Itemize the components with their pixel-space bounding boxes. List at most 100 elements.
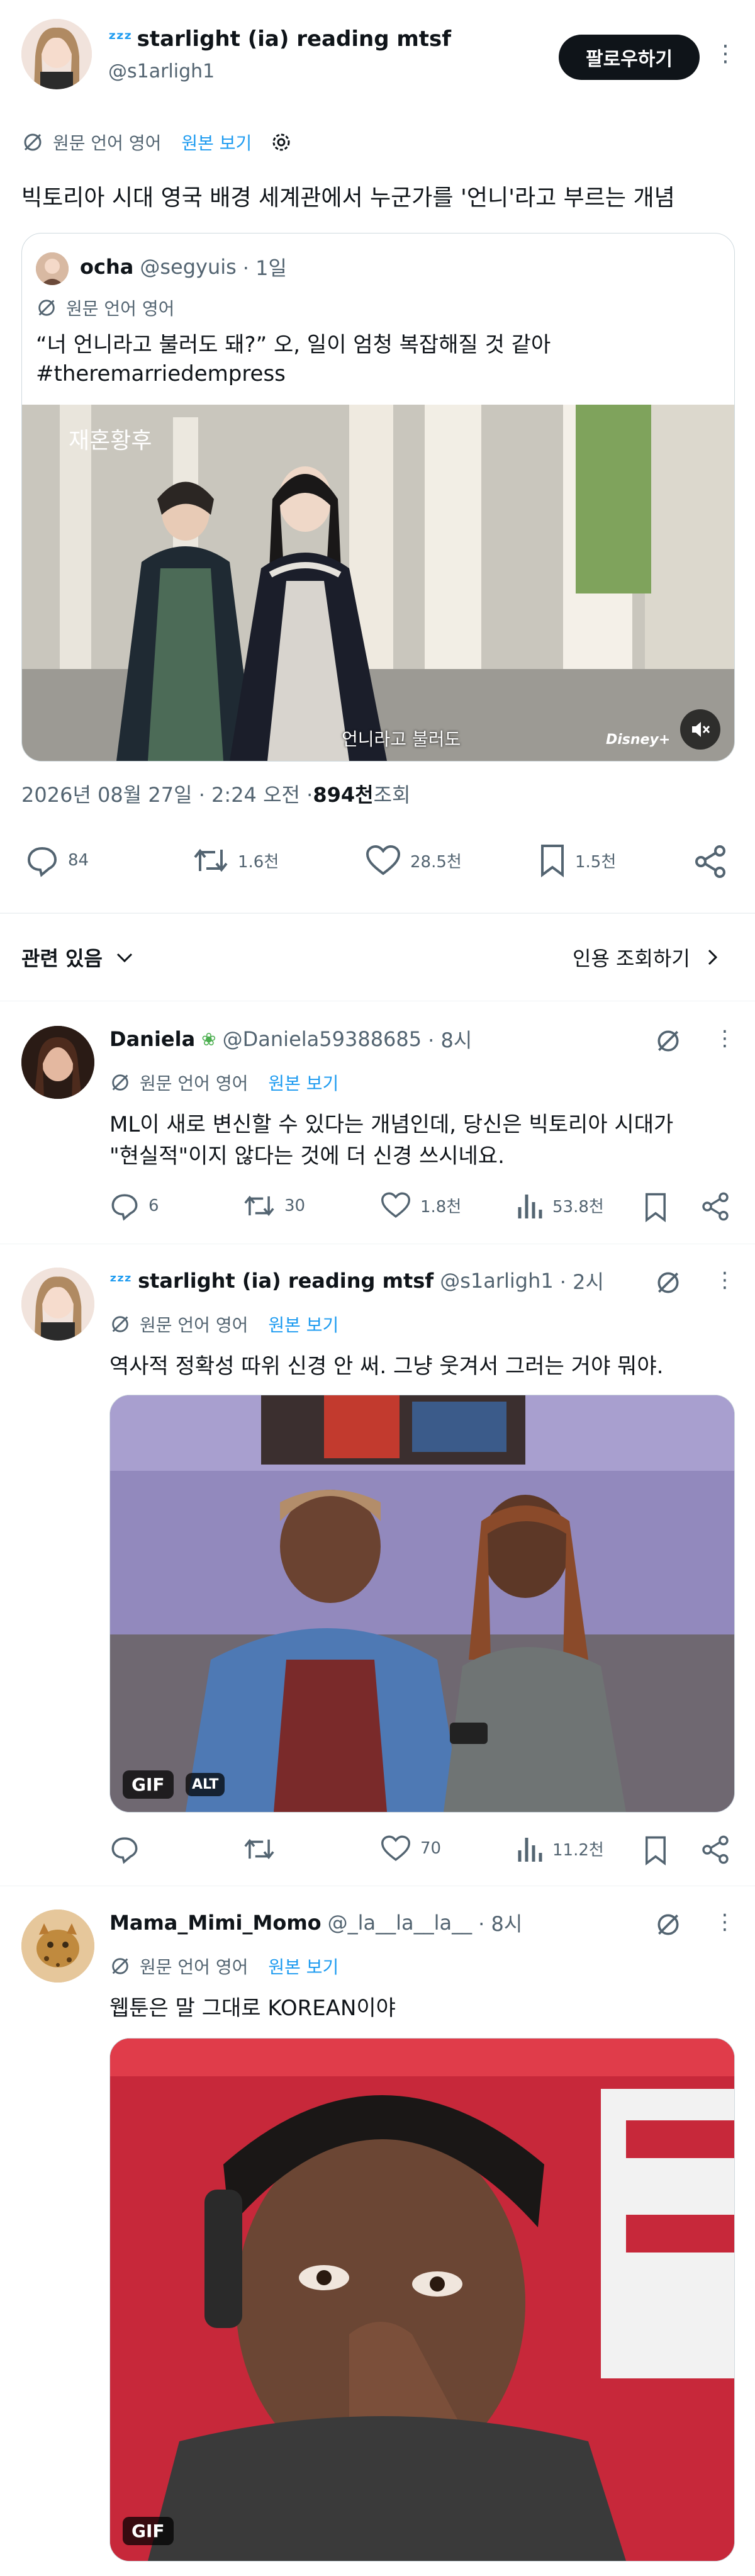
display-name[interactable]: starlight (ia) reading mtsf [137,26,452,52]
like-button[interactable]: 28.5천 [365,843,462,877]
reply-icon [111,1194,138,1221]
translate-icon [109,1313,131,1335]
repost-count: 1.6천 [238,852,279,872]
divider [0,913,755,914]
bookmark-count: 1.5천 [575,852,617,872]
repost-button[interactable]: 30 [243,1191,305,1221]
post-time[interactable]: · 8시 [478,1908,522,1937]
avatar[interactable] [21,1268,94,1341]
repost-button[interactable]: 1.6천 [193,843,279,877]
repost-icon [244,1838,274,1860]
quoted-time[interactable]: · 1일 [243,252,287,281]
reply-text: 역사적 정확성 따위 신경 안 써. 그냥 웃겨서 그러는 거야 뭐야. [109,1354,664,1379]
like-count: 1.8천 [420,1197,462,1217]
like-button[interactable]: 70 [380,1834,441,1863]
display-name[interactable]: Daniela [109,1027,195,1051]
translate-toggle-icon[interactable] [654,1911,682,1941]
mute-icon[interactable] [680,709,720,750]
heart-icon [366,845,401,875]
reply-count: 6 [148,1196,159,1215]
flower-emoji-icon: ❀ [201,1028,216,1050]
more-options-icon[interactable]: ⋮ [714,1268,735,1293]
repost-button[interactable] [243,1834,284,1864]
user-handle[interactable]: @_la__la__la__ [328,1911,473,1935]
quoted-video[interactable]: 재혼황후 언니라고 불러도 Disney+ [22,405,734,761]
translate-icon [21,131,44,154]
follow-button[interactable]: 팔로우하기 [559,35,700,80]
reply-button[interactable]: 6 [109,1191,159,1221]
translation-note: 원문 언어 영어 [140,1957,249,1977]
disney-plus-watermark: Disney+ [606,732,671,748]
views-button[interactable]: 11.2천 [516,1834,604,1863]
gear-icon[interactable] [269,130,293,154]
like-button[interactable]: 1.8천 [380,1191,461,1220]
more-options-icon[interactable]: ⋮ [714,42,737,67]
translation-note: 원문 언어 영어 [140,1073,249,1094]
translation-note: 원문 언어 영어 [66,298,175,319]
bookmark-button[interactable]: 1.5천 [539,843,616,877]
display-name[interactable]: starlight (ia) reading mtsf [138,1269,433,1293]
post-time[interactable]: · 8시 [428,1025,472,1054]
reply-icon [111,1837,138,1864]
quoted-text-line1: “너 언니라고 불러도 돼?” 오, 일이 엄청 복잡해질 것 같아 [36,332,551,357]
like-count: 70 [420,1839,442,1858]
user-handle[interactable]: @Daniela59388685 [223,1027,422,1051]
heart-icon [381,1192,411,1218]
quoted-avatar[interactable] [36,252,69,285]
reply-icon [27,846,57,877]
more-options-icon[interactable]: ⋮ [714,1026,735,1051]
chevron-right-icon [708,949,717,965]
views-count: 11.2천 [552,1840,604,1860]
share-icon[interactable] [692,843,729,882]
analytics-icon [518,1195,542,1218]
translate-toggle-icon[interactable] [654,1027,682,1057]
relevance-dropdown[interactable]: 관련 있음 [21,943,135,972]
display-name[interactable]: Mama_Mimi_Momo [109,1911,322,1935]
more-options-icon[interactable]: ⋮ [714,1910,735,1935]
reply-gif[interactable]: GIF [109,2038,735,2562]
avatar[interactable] [21,1910,94,1983]
views-button[interactable]: 53.8천 [516,1191,604,1220]
post-timestamp[interactable]: 2026년 08월 27일 · 2:24 오전 · [21,779,313,808]
view-original-link[interactable]: 원본 보기 [268,1312,338,1337]
heart-icon [381,1835,411,1862]
avatar[interactable] [21,19,92,89]
video-title-overlay: 재혼황후 [69,428,152,454]
quote-views-link[interactable]: 인용 조회하기 [573,943,723,972]
reply-button[interactable] [109,1834,148,1864]
gif-badge: GIF [123,1770,174,1799]
user-handle[interactable]: @s1arligh1 [108,60,215,82]
post-time[interactable]: · 2시 [560,1266,604,1295]
video-subtitle: 언니라고 불러도 [342,729,461,750]
user-handle[interactable]: @s1arligh1 [440,1269,554,1293]
repost-icon [244,1195,274,1217]
translate-icon [109,1955,131,1977]
avatar[interactable] [21,1026,94,1099]
share-icon[interactable] [700,1834,731,1868]
translate-toggle-icon[interactable] [654,1269,682,1299]
view-original-link[interactable]: 원본 보기 [268,1070,338,1095]
sleep-emoji-icon: ᶻᶻᶻ [109,1270,132,1291]
relevance-label: 관련 있음 [21,947,103,970]
like-count: 28.5천 [410,852,462,872]
quoted-post-card[interactable]: ocha @segyuis · 1일 원문 언어 영어 “너 언니라고 불러도 … [21,233,735,762]
bookmark-icon[interactable] [643,1192,668,1225]
quoted-handle[interactable]: @segyuis [140,255,236,279]
view-original-link[interactable]: 원본 보기 [181,130,252,155]
reply-gif[interactable]: GIF ALT [109,1395,735,1813]
share-icon[interactable] [700,1191,731,1225]
view-original-link[interactable]: 원본 보기 [268,1954,338,1979]
gif-badge: GIF [123,2517,174,2545]
post-text: 빅토리아 시대 영국 배경 세계관에서 누군가를 '언니'라고 부르는 개념 [21,185,675,211]
reply-button[interactable]: 84 [25,843,89,877]
views-count: 53.8천 [552,1197,604,1217]
reply-text-line2: "현실적"이지 않다는 것에 더 신경 쓰시네요. [109,1144,505,1169]
reply-text-line1: ML이 새로 변신할 수 있다는 개념인데, 당신은 빅토리아 시대가 [109,1112,674,1137]
alt-badge[interactable]: ALT [186,1773,225,1796]
translate-icon [36,297,57,318]
quoted-text-line2[interactable]: #theremarriedempress [36,358,286,390]
quoted-display-name[interactable]: ocha [80,255,133,279]
bookmark-icon[interactable] [643,1835,668,1868]
chevron-down-icon [116,953,132,963]
repost-count: 30 [284,1196,306,1215]
